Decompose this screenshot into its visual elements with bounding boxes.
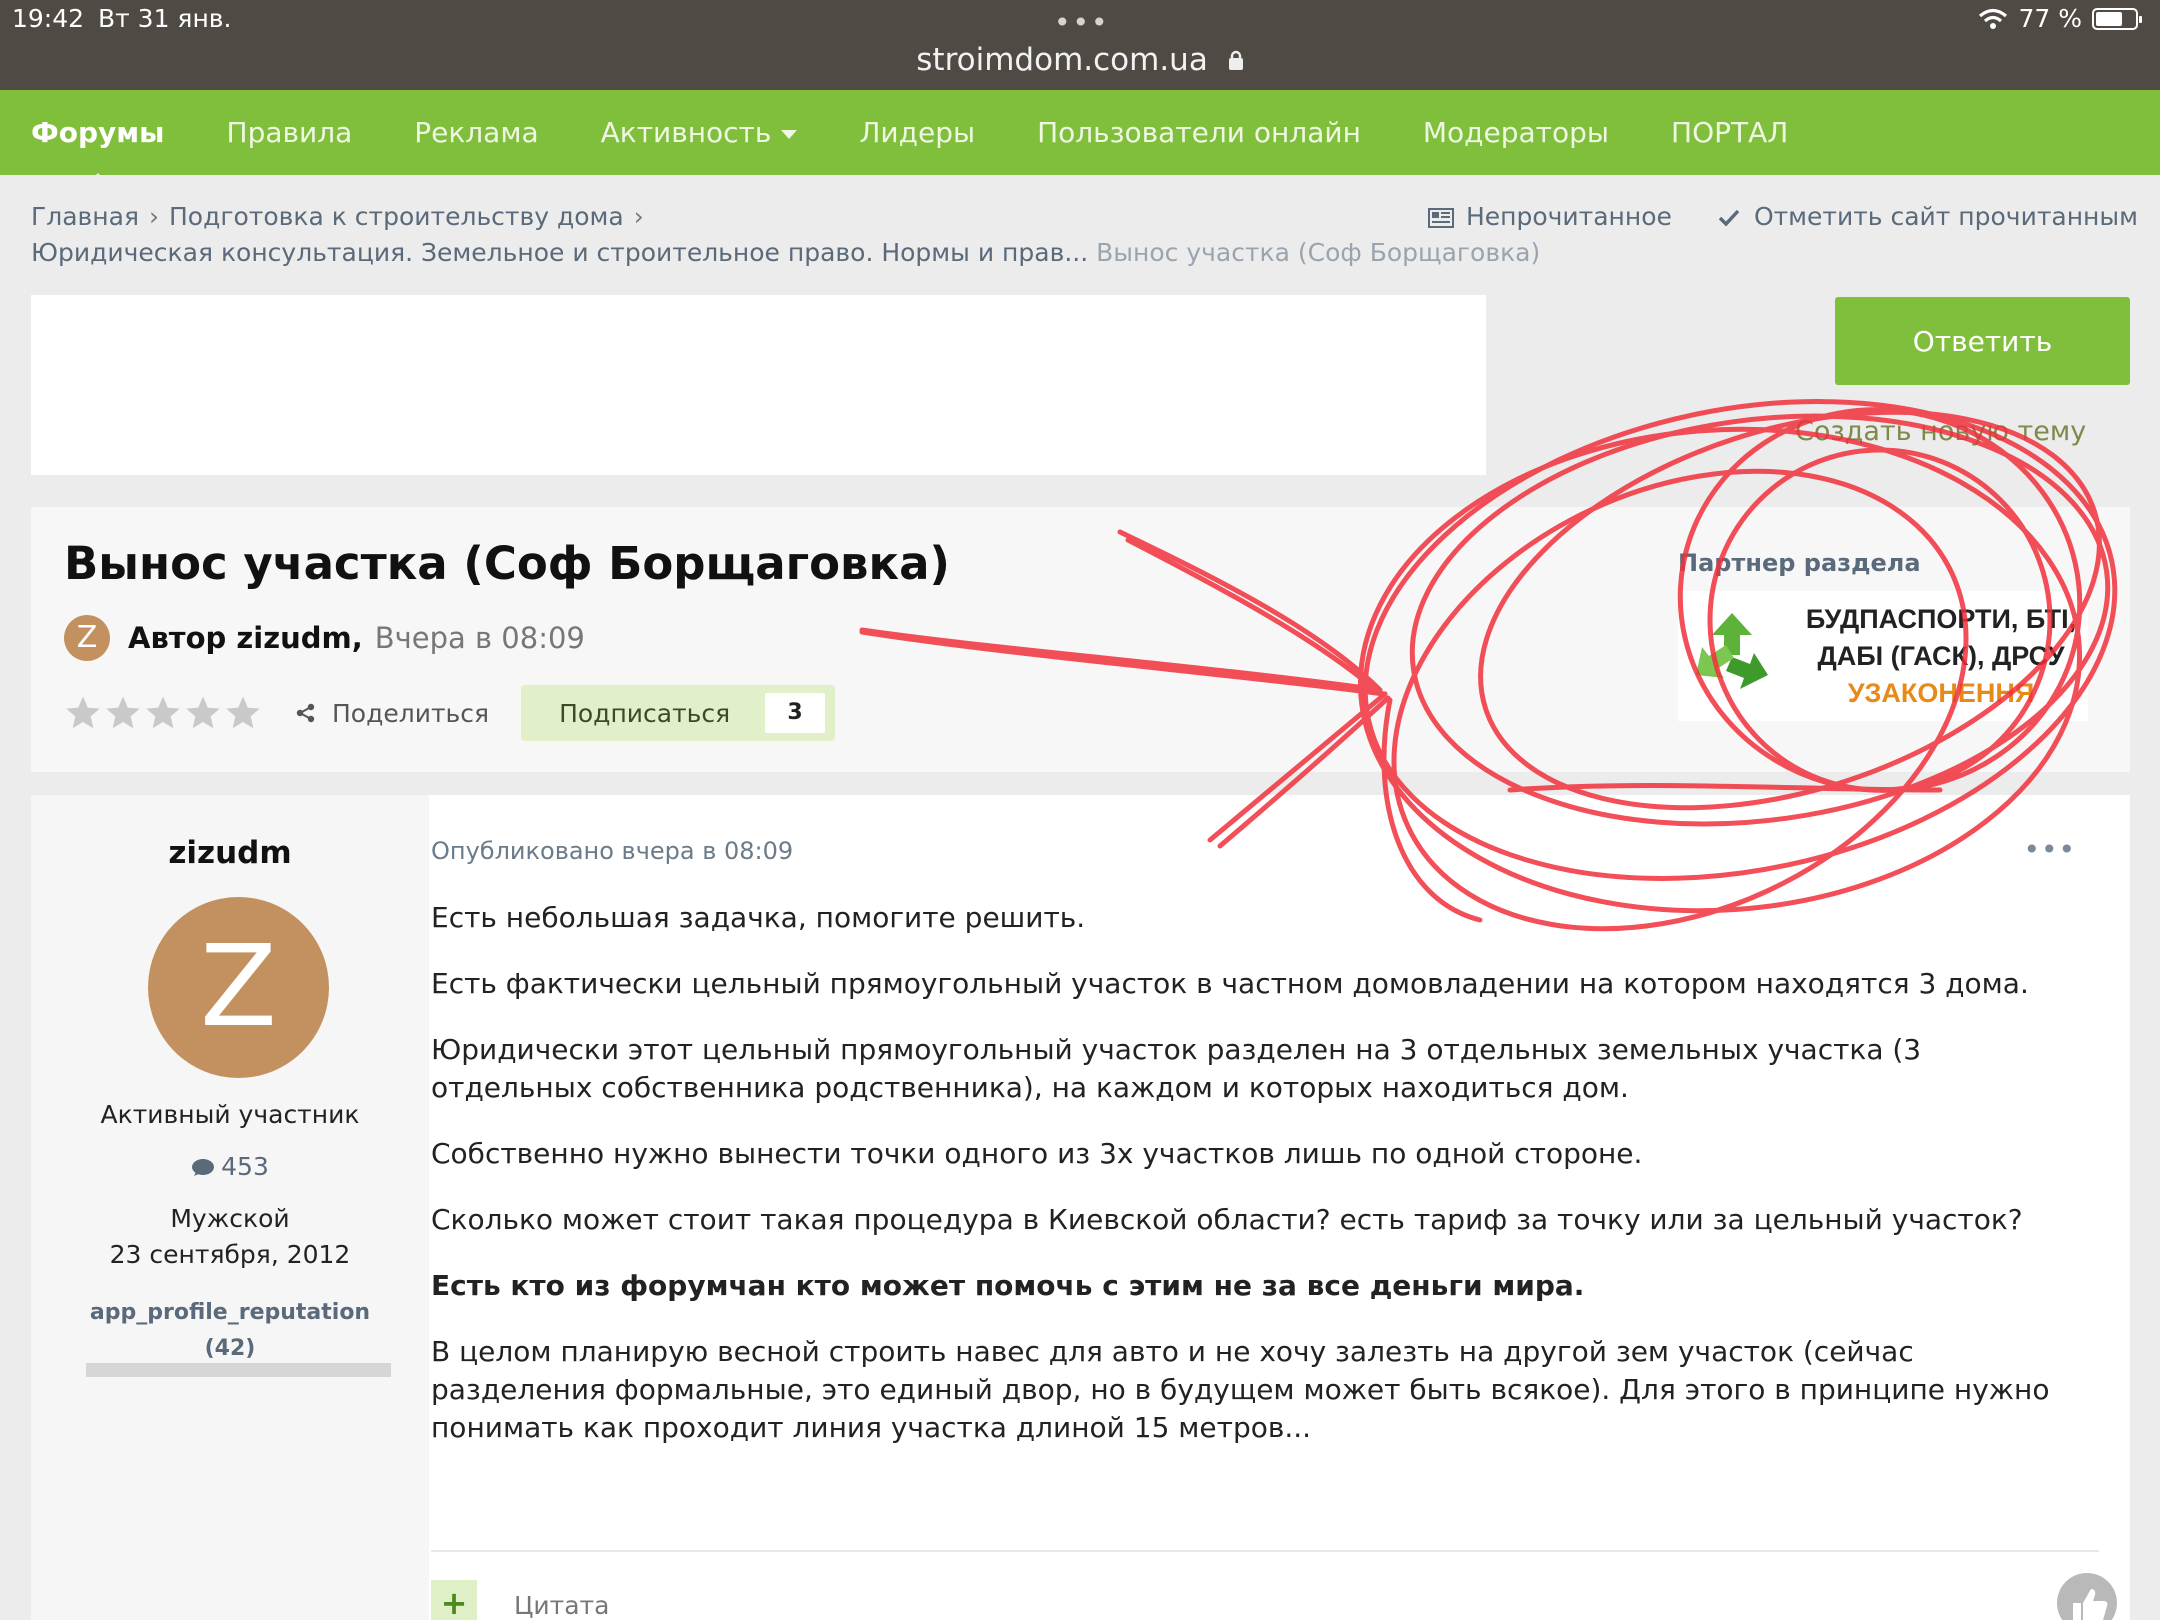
nav-rules[interactable]: Правила: [196, 116, 384, 149]
newspaper-icon: [1427, 208, 1454, 228]
avatar[interactable]: Z: [148, 897, 329, 1078]
star-icon[interactable]: [184, 694, 222, 732]
follow-count: 3: [765, 693, 826, 733]
star-icon[interactable]: [224, 694, 262, 732]
address-url: stroimdom.com.ua: [916, 42, 1208, 78]
post: zizudm Z Активный участник 453 Мужской 2…: [31, 795, 2130, 1620]
breadcrumb: Главная › Подготовка к строительству дома ›…: [31, 202, 1540, 274]
wifi-icon: [1979, 8, 2008, 29]
comment-icon: [192, 1159, 215, 1176]
post-paragraph: Есть фактически цельный прямоугольный уч…: [431, 967, 2029, 1000]
rating-stars[interactable]: [64, 694, 262, 732]
post-author-panel: zizudm Z Активный участник 453 Мужской 2…: [31, 795, 429, 1620]
post-content: Есть небольшая задачка, помогите решить.…: [431, 899, 2091, 1475]
more-options-icon[interactable]: •••: [2023, 833, 2076, 866]
post-count-value: 453: [221, 1152, 269, 1181]
partner-label: Партнер раздела: [1678, 549, 1921, 577]
unread-link[interactable]: Непрочитанное: [1427, 202, 1672, 231]
recycle-arrows-icon: [1696, 613, 1768, 689]
chevron-right-icon: ›: [633, 202, 644, 231]
status-indicators: 77 %: [1978, 4, 2142, 33]
post-paragraph: В целом планирую весной строить навес дл…: [431, 1335, 2050, 1444]
partner-line3: УЗАКОНЕННЯ: [1847, 678, 2035, 708]
multiquote-button[interactable]: +: [431, 1580, 477, 1620]
star-icon[interactable]: [144, 694, 182, 732]
checkmark-icon: [1718, 209, 1740, 227]
unread-label: Непрочитанное: [1465, 202, 1672, 231]
reputation-label: app_profile_reputation: [89, 1300, 371, 1325]
partner-line1: БУДПАСПОРТИ, БТІ,: [1805, 604, 2077, 634]
nav-activity-label: Активность: [600, 116, 772, 149]
breadcrumb-level2[interactable]: Юридическая консультация. Земельное и ст…: [31, 238, 1088, 267]
user-post-count: 453: [31, 1152, 429, 1181]
avatar[interactable]: Z: [64, 615, 110, 661]
nav-moderators[interactable]: Модераторы: [1392, 116, 1640, 149]
battery-percent: 77 %: [2018, 4, 2082, 33]
share-icon: [296, 703, 315, 723]
thumbs-up-icon: [2073, 1589, 2108, 1620]
breadcrumb-home[interactable]: Главная: [31, 202, 139, 231]
nav-portal[interactable]: ПОРТАЛ: [1640, 116, 1819, 149]
post-timestamp: Опубликовано вчера в 08:09: [431, 837, 794, 865]
chevron-right-icon: ›: [148, 202, 159, 231]
nav-ads[interactable]: Реклама: [383, 116, 569, 149]
browser-status-bar: 19:42 Вт 31 янв. ••• stroimdom.com.ua 77…: [0, 0, 2160, 90]
tab-dots-icon[interactable]: •••: [1054, 6, 1110, 39]
reputation-value: (42): [204, 1336, 256, 1361]
topic-author: Z Автор zizudm, Вчера в 08:09: [64, 615, 585, 661]
address-bar[interactable]: stroimdom.com.ua: [0, 42, 2160, 78]
battery-icon: [2092, 7, 2142, 30]
ad-placeholder: [31, 295, 1486, 475]
post-paragraph: Сколько может стоит такая процедура в Ки…: [431, 1203, 2023, 1236]
partner-text: БУДПАСПОРТИ, БТІ, ДАБІ (ГАСК), ДРСУ УЗАК…: [1796, 601, 2086, 712]
breadcrumb-current: Вынос участка (Соф Борщаговка): [1096, 238, 1541, 267]
post-paragraph: Собственно нужно вынести точки одного из…: [431, 1137, 1643, 1170]
chevron-down-icon: [781, 129, 798, 139]
post-paragraph: Есть небольшая задачка, помогите решить.: [431, 901, 1086, 934]
user-joined: 23 сентября, 2012: [109, 1240, 351, 1269]
lock-icon: [1228, 50, 1243, 70]
user-gender: Мужской: [170, 1204, 290, 1233]
follow-button[interactable]: Подписаться 3: [521, 685, 836, 741]
status-time: 19:42: [12, 4, 85, 33]
share-button[interactable]: Поделиться: [296, 699, 489, 728]
reply-button[interactable]: Ответить: [1835, 297, 2130, 385]
like-button[interactable]: [2057, 1573, 2117, 1620]
divider: [431, 1550, 2099, 1552]
mark-read-label: Отметить сайт прочитанным: [1753, 202, 2138, 231]
follow-label: Подписаться: [559, 698, 731, 728]
mark-read-link[interactable]: Отметить сайт прочитанным: [1718, 202, 2138, 231]
topic-header: Вынос участка (Соф Борщаговка) Z Автор z…: [31, 507, 2130, 772]
nav-forums[interactable]: Форумы: [0, 116, 196, 185]
new-topic-link[interactable]: Создать новую тему: [1795, 416, 2086, 447]
star-icon[interactable]: [104, 694, 142, 732]
share-label: Поделиться: [332, 698, 490, 728]
breadcrumb-level1[interactable]: Подготовка к строительству дома: [169, 202, 624, 231]
star-icon[interactable]: [64, 694, 102, 732]
post-paragraph: Юридически этот цельный прямоугольный уч…: [431, 1033, 1922, 1104]
partner-banner[interactable]: БУДПАСПОРТИ, БТІ, ДАБІ (ГАСК), ДРСУ УЗАК…: [1678, 591, 2088, 721]
nav-online-users[interactable]: Пользователи онлайн: [1006, 116, 1392, 149]
partner-line2: ДАБІ (ГАСК), ДРСУ: [1817, 641, 2065, 671]
user-rank: Активный участник: [100, 1100, 360, 1129]
user-reputation: app_profile_reputation (42): [31, 1295, 429, 1367]
nav-activity[interactable]: Активность: [570, 116, 829, 149]
page-title: Вынос участка (Соф Борщаговка): [64, 537, 951, 590]
main-nav: Форумы Правила Реклама Активность Лидеры…: [0, 90, 2160, 185]
reputation-bar: [86, 1363, 391, 1377]
post-paragraph: Есть кто из форумчан кто может помочь с …: [431, 1269, 1585, 1302]
post-username[interactable]: zizudm: [31, 835, 429, 871]
nav-leaders[interactable]: Лидеры: [828, 116, 1006, 149]
header-actions: Непрочитанное Отметить сайт прочитанным: [1427, 202, 2138, 231]
topic-actions: Поделиться Подписаться 3: [64, 685, 836, 741]
status-date: Вт 31 янв.: [98, 4, 232, 33]
quote-button[interactable]: Цитата: [514, 1591, 609, 1620]
author-name[interactable]: Автор zizudm,: [128, 621, 363, 655]
topic-time: Вчера в 08:09: [374, 621, 585, 655]
